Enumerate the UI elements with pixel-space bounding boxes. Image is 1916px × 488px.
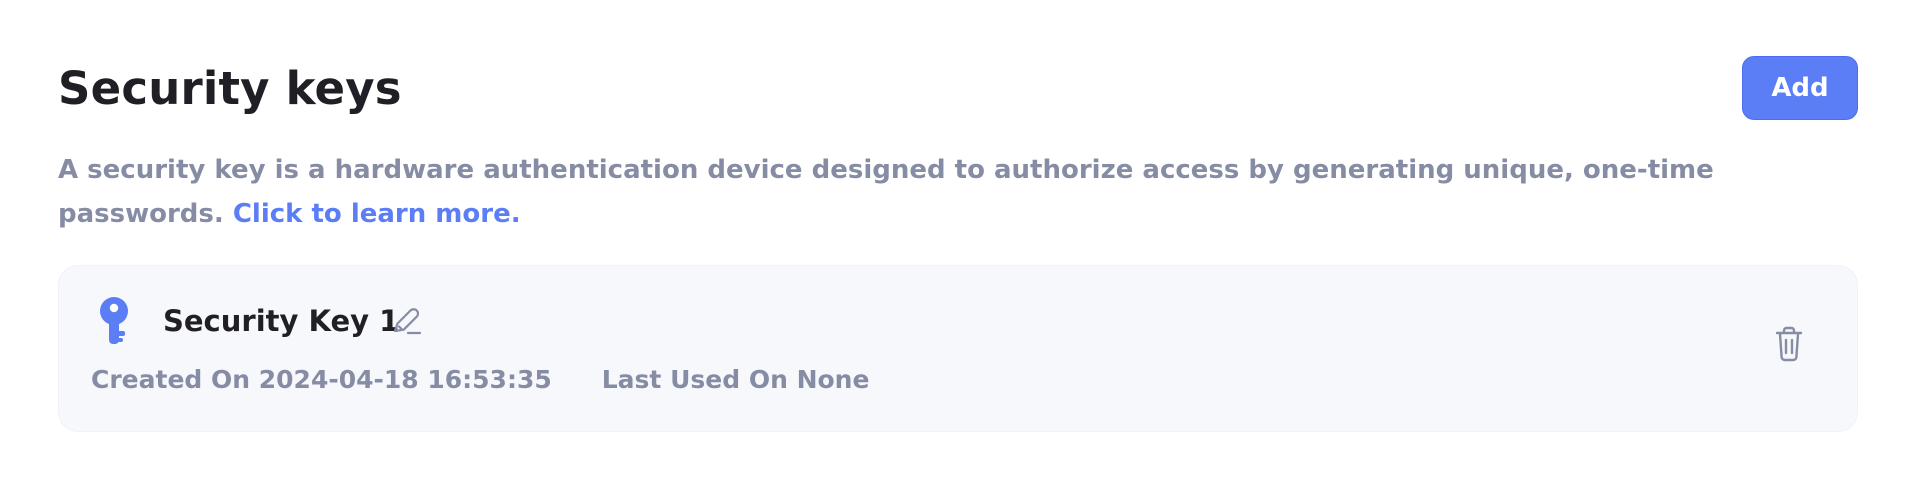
security-key-card: Security Key 1 Created On 2024-04-18 16:… <box>58 265 1858 432</box>
created-on-text: Created On 2024-04-18 16:53:35 <box>91 365 552 394</box>
security-key-name: Security Key 1 <box>163 304 400 338</box>
pencil-icon[interactable] <box>389 304 422 338</box>
security-keys-page: Security keys Add A security key is a ha… <box>0 0 1916 488</box>
add-security-key-button[interactable]: Add <box>1742 56 1858 120</box>
key-icon <box>100 297 128 344</box>
page-title: Security keys <box>58 62 402 115</box>
security-keys-header: Security keys Add <box>58 56 1858 122</box>
learn-more-link[interactable]: Click to learn more. <box>233 199 521 229</box>
last-used-on-text: Last Used On None <box>601 365 870 394</box>
trash-icon[interactable] <box>1773 326 1805 362</box>
security-key-description: A security key is a hardware authenticat… <box>58 148 1858 236</box>
security-key-metadata: Created On 2024-04-18 16:53:35 Last Used… <box>91 363 869 397</box>
